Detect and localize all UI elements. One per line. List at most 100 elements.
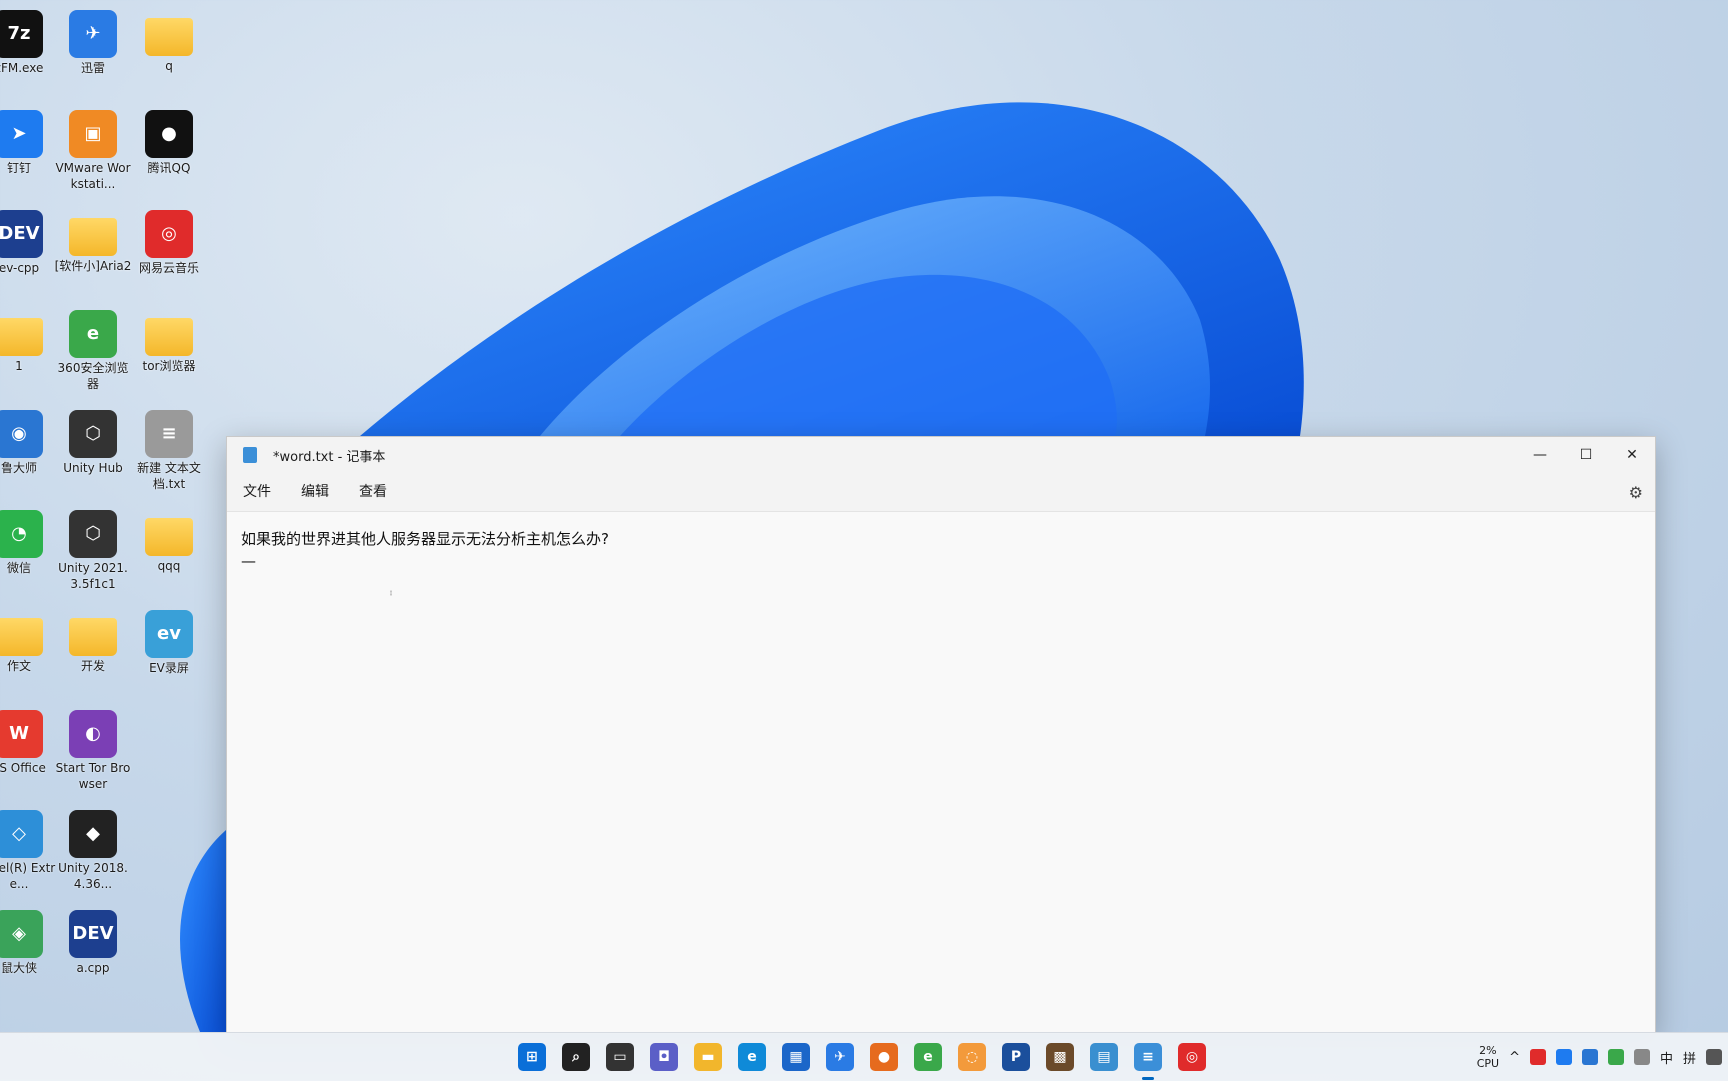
desktop-icon-label: q [165, 59, 173, 73]
ime-pinyin[interactable]: 拼 [1683, 1048, 1696, 1067]
taskbar-start-icon[interactable]: ⊞ [518, 1043, 546, 1071]
desktop-icon[interactable]: ◔ 微信 [0, 510, 58, 576]
desktop-icon[interactable]: 开发 [54, 610, 132, 674]
menu-file[interactable]: 文件 [229, 473, 285, 511]
desktop-icon-label: qqq [157, 559, 181, 573]
thunder-icon: ✈ [69, 10, 117, 58]
taskbar-apps: ⊞ ⌕ ▭ ◘ ▬ e ▦ ✈ ● e ◌ P ▩ ▤ ≡ ◎ [518, 1033, 1206, 1081]
desktop-icon-label: 1 [15, 359, 23, 373]
text-file-icon: ≡ [145, 410, 193, 458]
desktop-icon-label: [软件小]Aria2 [54, 259, 132, 273]
taskbar-firefox-icon[interactable]: ● [870, 1043, 898, 1071]
desktop-icon-label: Start Tor Browser [55, 761, 131, 791]
menu-view[interactable]: 查看 [345, 473, 401, 511]
unity-hub-icon: ⬡ [69, 410, 117, 458]
tray-keyboard-icon[interactable] [1633, 1049, 1650, 1065]
desktop-icon-label: ev-cpp [0, 261, 40, 275]
desktop-icon-label: 作文 [6, 659, 31, 673]
desktop-icon[interactable]: W PS Office [0, 710, 58, 776]
desktop-icon[interactable]: ◐ Start Tor Browser [54, 710, 132, 792]
taskbar-store-icon[interactable]: ▦ [782, 1043, 810, 1071]
desktop-icon-label: VMware Workstati... [55, 161, 131, 191]
taskbar-netease-music-icon[interactable]: ◎ [1178, 1043, 1206, 1071]
cpp-file-icon: DEV [69, 910, 117, 958]
vmware-icon: ▣ [69, 110, 117, 158]
settings-gear-icon[interactable]: ⚙ [1629, 483, 1643, 502]
cpu-meter[interactable]: 2% CPU [1477, 1044, 1499, 1070]
folder-icon [69, 618, 117, 656]
tray-360-icon[interactable] [1607, 1049, 1624, 1065]
taskbar-file-explorer-icon[interactable]: ▬ [694, 1043, 722, 1071]
desktop-icon[interactable]: ◆ Unity 2018.4.36... [54, 810, 132, 892]
editor-line-1: 如果我的世界进其他人服务器显示无法分析主机怎么办? [241, 530, 609, 548]
intel-icon: ◇ [0, 810, 43, 858]
ev-recorder-icon: ev [145, 610, 193, 658]
desktop-icon[interactable]: ◈ 鼠大侠 [0, 910, 58, 976]
desktop-icon-label: 腾讯QQ [147, 161, 191, 175]
desktop-icon-label: Unity Hub [63, 461, 123, 475]
mouse-tool-icon: ◈ [0, 910, 43, 958]
desktop-icon[interactable]: ⬡ Unity 2021.3.5f1c1 [54, 510, 132, 592]
folder-icon [145, 518, 193, 556]
taskbar-chat-icon[interactable]: ◘ [650, 1043, 678, 1071]
desktop-icon[interactable]: ✈ 迅雷 [54, 10, 132, 76]
desktop-icon[interactable]: tor浏览器 [130, 310, 208, 374]
desktop-icon-label: a.cpp [76, 961, 110, 975]
text-cursor-icon [390, 590, 392, 596]
desktop-icon[interactable]: ➤ 钉钉 [0, 110, 58, 176]
desktop-icon-label: 迅雷 [80, 61, 105, 75]
tray-chevron-icon[interactable]: ^ [1509, 1050, 1520, 1065]
system-tray: 2% CPU ^ 中 拼 [1477, 1033, 1728, 1081]
taskbar: ⊞ ⌕ ▭ ◘ ▬ e ▦ ✈ ● e ◌ P ▩ ▤ ≡ ◎ 2% CPU ^ 中 拼 [0, 1032, 1728, 1081]
desktop-icon-label: Intel(R) Extre... [0, 861, 56, 891]
desktop-icon[interactable]: ◉ 鲁大师 [0, 410, 58, 476]
desktop-icon[interactable]: ⬡ Unity Hub [54, 410, 132, 476]
desktop-icon[interactable]: ≡ 新建 文本文档.txt [130, 410, 208, 492]
taskbar-control-panel-icon[interactable]: ▤ [1090, 1043, 1118, 1071]
desktop-icon[interactable]: 7z zFM.exe [0, 10, 58, 76]
unity-icon: ⬡ [69, 510, 117, 558]
desktop-icon[interactable]: e 360安全浏览器 [54, 310, 132, 392]
menu-edit[interactable]: 编辑 [287, 473, 343, 511]
tray-netease-icon[interactable] [1529, 1049, 1546, 1065]
browser-360-icon: e [69, 310, 117, 358]
desktop-icon[interactable]: q [130, 10, 208, 74]
desktop-icon[interactable]: ev EV录屏 [130, 610, 208, 676]
minimize-button[interactable]: — [1517, 437, 1563, 473]
desktop-icon[interactable]: 作文 [0, 610, 58, 674]
taskbar-p-app-icon[interactable]: P [1002, 1043, 1030, 1071]
notification-icon[interactable] [1706, 1049, 1722, 1065]
taskbar-minecraft-icon[interactable]: ▩ [1046, 1043, 1074, 1071]
title-bar[interactable]: *word.txt - 记事本 — ☐ ✕ [227, 437, 1655, 473]
taskbar-thunder-icon[interactable]: ✈ [826, 1043, 854, 1071]
desktop-icon[interactable]: [软件小]Aria2 [54, 210, 132, 274]
desktop-icon-label: 360安全浏览器 [57, 361, 129, 391]
desktop-icon-label: 鼠大侠 [0, 961, 37, 975]
cpu-label: CPU [1476, 1057, 1500, 1070]
desktop-icon[interactable]: ◇Intel(R) Extre... [0, 810, 58, 892]
desktop-icon[interactable]: DEV ev-cpp [0, 210, 58, 276]
taskbar-edge-icon[interactable]: e [738, 1043, 766, 1071]
taskbar-notepad-icon[interactable]: ≡ [1134, 1043, 1162, 1080]
tray-network-icon[interactable] [1581, 1049, 1598, 1065]
maximize-button[interactable]: ☐ [1563, 437, 1609, 473]
taskbar-task-view-icon[interactable]: ▭ [606, 1043, 634, 1071]
dingtalk-icon: ➤ [0, 110, 43, 158]
desktop-icon-label: tor浏览器 [142, 359, 196, 373]
folder-icon [145, 18, 193, 56]
tray-dingtalk-icon[interactable] [1555, 1049, 1572, 1065]
desktop-icon[interactable]: ◎ 网易云音乐 [130, 210, 208, 276]
text-editor-area[interactable]: 如果我的世界进其他人服务器显示无法分析主机怎么办? — [227, 512, 1655, 588]
desktop-icon[interactable]: DEV a.cpp [54, 910, 132, 976]
desktop-icon[interactable]: qqq [130, 510, 208, 574]
ime-mode[interactable]: 中 [1660, 1048, 1673, 1067]
taskbar-search-icon[interactable]: ⌕ [562, 1043, 590, 1071]
desktop-icon-label: 开发 [80, 659, 105, 673]
close-button[interactable]: ✕ [1609, 437, 1655, 473]
desktop-icon[interactable]: ● 腾讯QQ [130, 110, 208, 176]
desktop-icon-label: 微信 [6, 561, 31, 575]
taskbar-browser-360-icon[interactable]: e [914, 1043, 942, 1071]
taskbar-orange-app-icon[interactable]: ◌ [958, 1043, 986, 1071]
desktop-icon[interactable]: ▣ VMware Workstati... [54, 110, 132, 192]
desktop-icon[interactable]: 1 [0, 310, 58, 374]
